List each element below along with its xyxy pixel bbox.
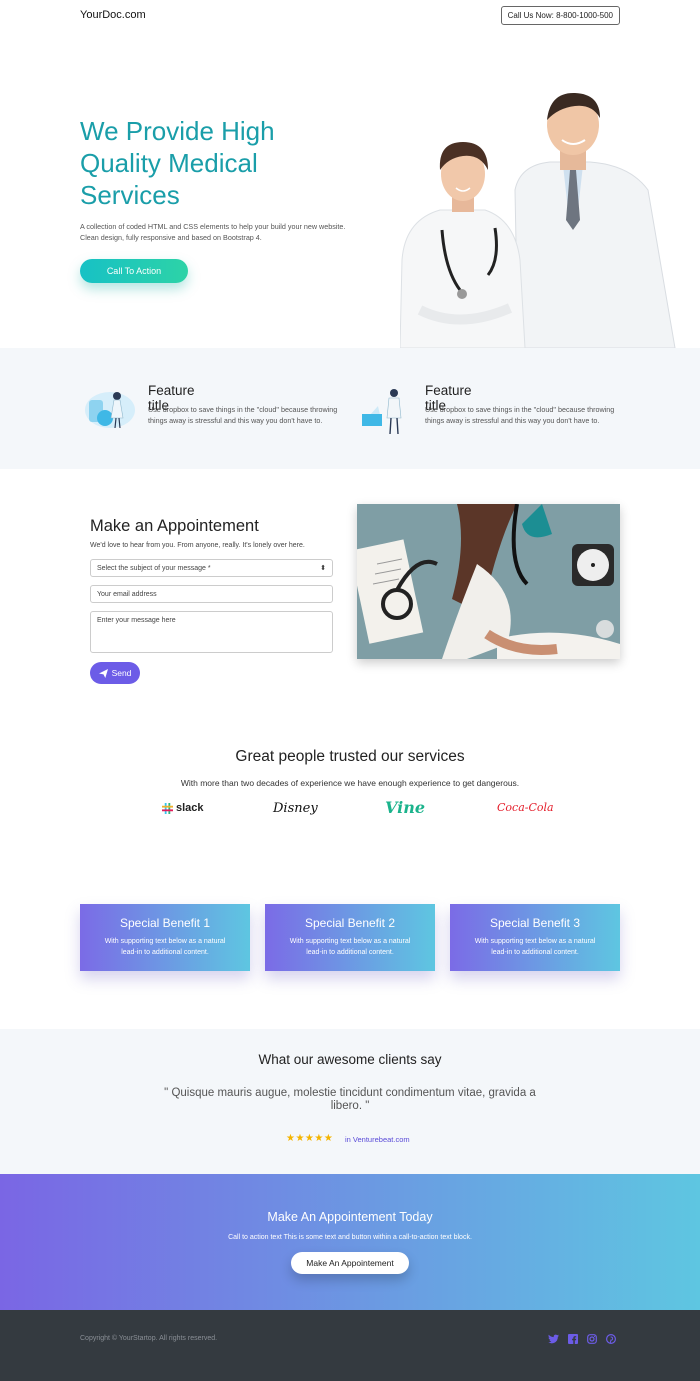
message-textarea[interactable]: Enter your message here <box>90 611 333 653</box>
benefit-title-2: Special Benefit 2 <box>304 916 396 930</box>
brand-logo[interactable]: YourDoc.com <box>80 9 146 21</box>
benefit-card-2: Special Benefit 2 With supporting text b… <box>265 904 435 971</box>
trusted-title: Great people trusted our services <box>235 748 465 765</box>
benefit-text-1: With supporting text below as a natural … <box>104 938 226 956</box>
doctors-image <box>400 92 676 348</box>
send-label: Send <box>111 668 132 678</box>
site-header: YourDoc.com Call Us Now: 8-800-1000-500 <box>0 0 700 30</box>
hero-title: We Provide High Quality Medical Services <box>80 116 275 210</box>
trusted-section: Great people trusted our services With m… <box>0 735 700 889</box>
blood-pressure-photo <box>357 504 620 659</box>
doctor-illustration-icon <box>362 389 402 435</box>
benefits-section: Special Benefit 1 With supporting text b… <box>0 889 700 1029</box>
hero-section: We Provide High Quality Medical Services… <box>0 30 700 348</box>
benefit-text-2: With supporting text below as a natural … <box>289 938 411 956</box>
feature-text-1: Use dropbox to save things in the "cloud… <box>148 405 338 425</box>
twitter-icon[interactable] <box>547 1333 559 1345</box>
make-appointment-button[interactable]: Make An Appointement <box>291 1252 409 1274</box>
message-placeholder: Enter your message here <box>97 617 176 624</box>
cta-band-text: Call to action text This is some text an… <box>228 1234 472 1241</box>
instagram-icon[interactable] <box>586 1333 598 1345</box>
lab-illustration-icon <box>85 392 135 429</box>
pinterest-icon[interactable] <box>605 1333 617 1345</box>
subject-select-value: Select the subject of your message * <box>97 564 211 572</box>
vine-logo[interactable]: Vine <box>385 798 425 817</box>
copyright-text: Copyright © YourStartop. All rights rese… <box>80 1335 218 1342</box>
select-arrows-icon: ⬍ <box>320 565 326 572</box>
feature-text-2: Use dropbox to save things in the "cloud… <box>425 405 615 425</box>
testimonial-title: What our awesome clients say <box>258 1052 442 1067</box>
subject-select[interactable]: Select the subject of your message * ⬍ <box>90 559 333 577</box>
testimonial-quote: " Quisque mauris augue, molestie tincidu… <box>164 1087 536 1112</box>
coca-cola-logo[interactable]: Coca-Cola <box>497 801 554 814</box>
features-section: Feature title Use dropbox to save things… <box>0 348 700 469</box>
call-to-action-button[interactable]: Call To Action <box>80 259 188 283</box>
benefit-title-1: Special Benefit 1 <box>119 916 211 930</box>
appointment-subtitle: We'd love to hear from you. From anyone,… <box>90 542 305 549</box>
slack-logo[interactable]: slack <box>162 802 204 814</box>
testimonial-source-link[interactable]: in Venturebeat.com <box>345 1135 410 1144</box>
disney-logo[interactable]: Disney <box>273 801 318 816</box>
star-rating: ★★★★★ <box>286 1133 334 1144</box>
trusted-subtitle: With more than two decades of experience… <box>180 778 520 788</box>
hero-text: A collection of coded HTML and CSS eleme… <box>80 222 346 242</box>
appointment-title: Make an Appointement <box>90 517 259 535</box>
cta-band: Make An Appointement Today Call to actio… <box>0 1174 700 1310</box>
site-footer: Copyright © YourStartop. All rights rese… <box>0 1310 700 1381</box>
paper-plane-icon <box>98 668 108 678</box>
email-field[interactable]: Your email address <box>90 585 333 603</box>
benefit-text-3: With supporting text below as a natural … <box>474 938 596 956</box>
benefit-card-1: Special Benefit 1 With supporting text b… <box>80 904 250 971</box>
benefit-title-3: Special Benefit 3 <box>489 916 581 930</box>
cta-band-title: Make An Appointement Today <box>267 1210 433 1224</box>
send-button[interactable]: Send <box>90 662 140 684</box>
call-us-button[interactable]: Call Us Now: 8-800-1000-500 <box>500 5 620 25</box>
facebook-icon[interactable] <box>567 1333 579 1345</box>
email-placeholder: Your email address <box>97 590 157 598</box>
benefit-card-3: Special Benefit 3 With supporting text b… <box>450 904 620 971</box>
appointment-section: Make an Appointement We'd love to hear f… <box>0 469 700 735</box>
slack-logo-text: slack <box>176 802 204 814</box>
slack-hash-icon <box>162 802 173 814</box>
testimonial-section: What our awesome clients say " Quisque m… <box>0 1029 700 1174</box>
